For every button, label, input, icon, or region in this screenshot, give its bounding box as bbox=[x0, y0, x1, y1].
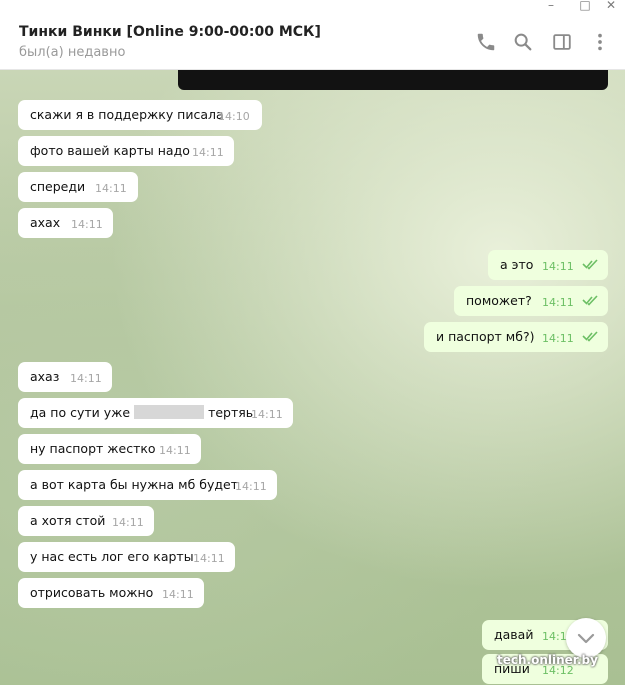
message-time: 14:11 bbox=[112, 516, 144, 529]
message-time: 14:11 bbox=[71, 218, 103, 231]
message-in[interactable]: отрисовать можно 14:11 bbox=[18, 578, 204, 608]
message-in[interactable]: а вот карта бы нужна мб будет 14:11 bbox=[18, 470, 277, 500]
message-text: спереди bbox=[30, 179, 86, 194]
message-text: а вот карта бы нужна мб будет bbox=[30, 477, 238, 492]
close-button[interactable]: ✕ bbox=[602, 0, 620, 14]
chat-status: был(а) недавно bbox=[19, 45, 126, 60]
redacted-text bbox=[134, 405, 205, 419]
message-text: ахаз bbox=[30, 369, 60, 384]
message-time: 14:11 bbox=[542, 296, 574, 309]
maximize-button[interactable]: □ bbox=[576, 0, 594, 14]
message-time: 14:11 bbox=[542, 332, 574, 345]
chevron-down-icon bbox=[577, 633, 595, 644]
message-time: 14:11 bbox=[70, 372, 102, 385]
read-ticks-icon bbox=[582, 259, 598, 270]
chat-title[interactable]: Тинки Винки [Online 9:00-00:00 МСК] bbox=[19, 24, 321, 40]
message-out[interactable]: и паспорт мб?) 14:11 bbox=[424, 322, 608, 352]
message-time: 14:11 bbox=[251, 408, 283, 421]
message-time: 14:11 bbox=[542, 260, 574, 273]
message-text: фото вашей карты надо bbox=[30, 143, 190, 158]
message-in[interactable]: спереди 14:11 bbox=[18, 172, 138, 202]
watermark: tech.onliner.by bbox=[497, 653, 598, 667]
message-text: давай bbox=[494, 627, 534, 642]
sidebar-icon[interactable] bbox=[551, 31, 573, 53]
message-in[interactable]: у нас есть лог его карты 14:11 bbox=[18, 542, 235, 572]
message-time: 14:11 bbox=[193, 552, 225, 565]
message-text-part: тертяь bbox=[208, 405, 254, 420]
chat-header: Тинки Винки [Online 9:00-00:00 МСК] был(… bbox=[0, 14, 625, 70]
message-text: ахах bbox=[30, 215, 61, 230]
message-time: 14:11 bbox=[162, 588, 194, 601]
message-text: и паспорт мб?) bbox=[436, 329, 535, 344]
message-in[interactable]: фото вашей карты надо 14:11 bbox=[18, 136, 234, 166]
message-out[interactable]: поможет? 14:11 bbox=[454, 286, 608, 316]
message-text: отрисовать можно bbox=[30, 585, 154, 600]
phone-icon[interactable] bbox=[475, 31, 497, 53]
message-text: а это bbox=[500, 257, 534, 272]
message-in[interactable]: скажи я в поддержку писала 14:10 bbox=[18, 100, 262, 130]
message-in[interactable]: а хотя стой 14:11 bbox=[18, 506, 154, 536]
message-in[interactable]: ахаз 14:11 bbox=[18, 362, 112, 392]
message-text: поможет? bbox=[466, 293, 532, 308]
message-time: 14:11 bbox=[95, 182, 127, 195]
message-out[interactable]: а это 14:11 bbox=[488, 250, 608, 280]
minimize-button[interactable]: – bbox=[542, 0, 560, 14]
read-ticks-icon bbox=[582, 295, 598, 306]
message-time: 14:10 bbox=[218, 110, 250, 123]
message-in[interactable]: да по сути уже тертяь 14:11 bbox=[18, 398, 293, 428]
read-ticks-icon bbox=[582, 331, 598, 342]
message-text: ну паспорт жестко bbox=[30, 441, 156, 456]
scroll-down-button[interactable] bbox=[566, 618, 606, 658]
message-time: 14:11 bbox=[192, 146, 224, 159]
message-text: а хотя стой bbox=[30, 513, 106, 528]
more-icon[interactable] bbox=[589, 31, 611, 53]
message-text: да по сути уже тертяь bbox=[30, 405, 253, 420]
message-time: 14:11 bbox=[159, 444, 191, 457]
message-in[interactable]: ну паспорт жестко 14:11 bbox=[18, 434, 201, 464]
redacted-media bbox=[178, 70, 608, 90]
message-text-part: да по сути уже bbox=[30, 405, 131, 420]
search-icon[interactable] bbox=[512, 31, 534, 53]
message-time: 14:11 bbox=[235, 480, 267, 493]
message-in[interactable]: ахах 14:11 bbox=[18, 208, 113, 238]
window-controls: – □ ✕ bbox=[0, 0, 625, 14]
chat-area[interactable]: скажи я в поддержку писала 14:10 фото ва… bbox=[0, 70, 625, 685]
message-text: у нас есть лог его карты bbox=[30, 549, 194, 564]
message-text: скажи я в поддержку писала bbox=[30, 107, 224, 122]
